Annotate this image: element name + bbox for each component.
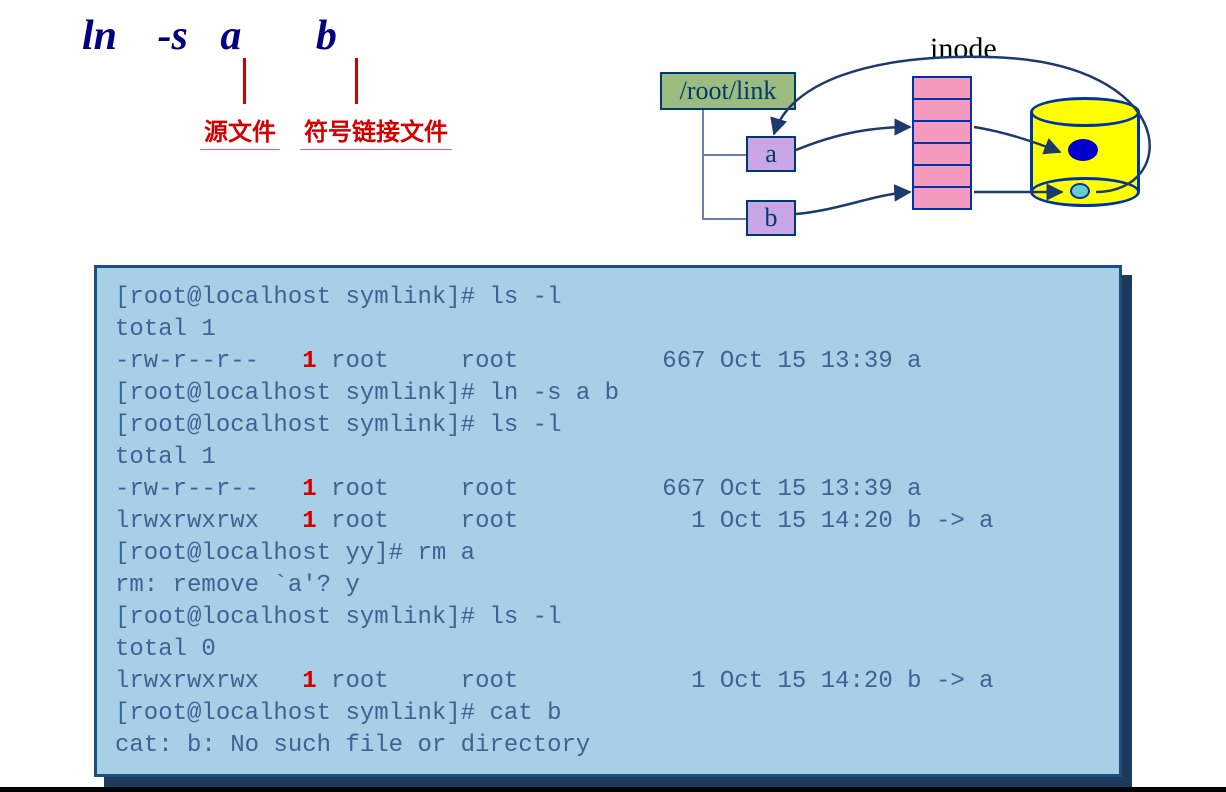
terminal-line: -rw-r--r-- 1 root root 667 Oct 15 13:39 …: [115, 474, 1101, 506]
terminal-line: lrwxrwxrwx 1 root root 1 Oct 15 14:20 b …: [115, 666, 1101, 698]
command-syntax: ln -s a b: [82, 12, 337, 60]
label-source-file: 源文件: [200, 112, 280, 150]
terminal-line: [root@localhost symlink]# ls -l: [115, 282, 1101, 314]
terminal-line: total 1: [115, 442, 1101, 474]
cmd-opt: -s: [158, 13, 188, 59]
inode-diagram: inode /root/link a b: [640, 32, 1190, 262]
terminal-line: [root@localhost symlink]# ls -l: [115, 410, 1101, 442]
terminal-line: lrwxrwxrwx 1 root root 1 Oct 15 14:20 b …: [115, 506, 1101, 538]
tick-b: [355, 58, 358, 104]
terminal-line: total 0: [115, 634, 1101, 666]
bottom-rule: [0, 787, 1226, 792]
terminal-line: rm: remove `a'? y: [115, 570, 1101, 602]
arrow-svg: [640, 32, 1200, 272]
terminal-line: [root@localhost symlink]# cat b: [115, 698, 1101, 730]
terminal-line: cat: b: No such file or directory: [115, 730, 1101, 762]
cmd-ln: ln: [82, 13, 117, 59]
terminal-line: [root@localhost symlink]# ln -s a b: [115, 378, 1101, 410]
page: ln -s a b 源文件 符号链接文件 inode /root/link a …: [0, 0, 1226, 792]
cmd-arg-b: b: [316, 13, 337, 59]
tick-a: [243, 58, 246, 104]
terminal-line: total 1: [115, 314, 1101, 346]
terminal-line: -rw-r--r-- 1 root root 667 Oct 15 13:39 …: [115, 346, 1101, 378]
label-symlink-file: 符号链接文件: [300, 112, 452, 150]
terminal: [root@localhost symlink]# ls -ltotal 1-r…: [94, 265, 1122, 777]
terminal-line: [root@localhost symlink]# ls -l: [115, 602, 1101, 634]
terminal-line: [root@localhost yy]# rm a: [115, 538, 1101, 570]
cmd-arg-a: a: [220, 13, 241, 59]
